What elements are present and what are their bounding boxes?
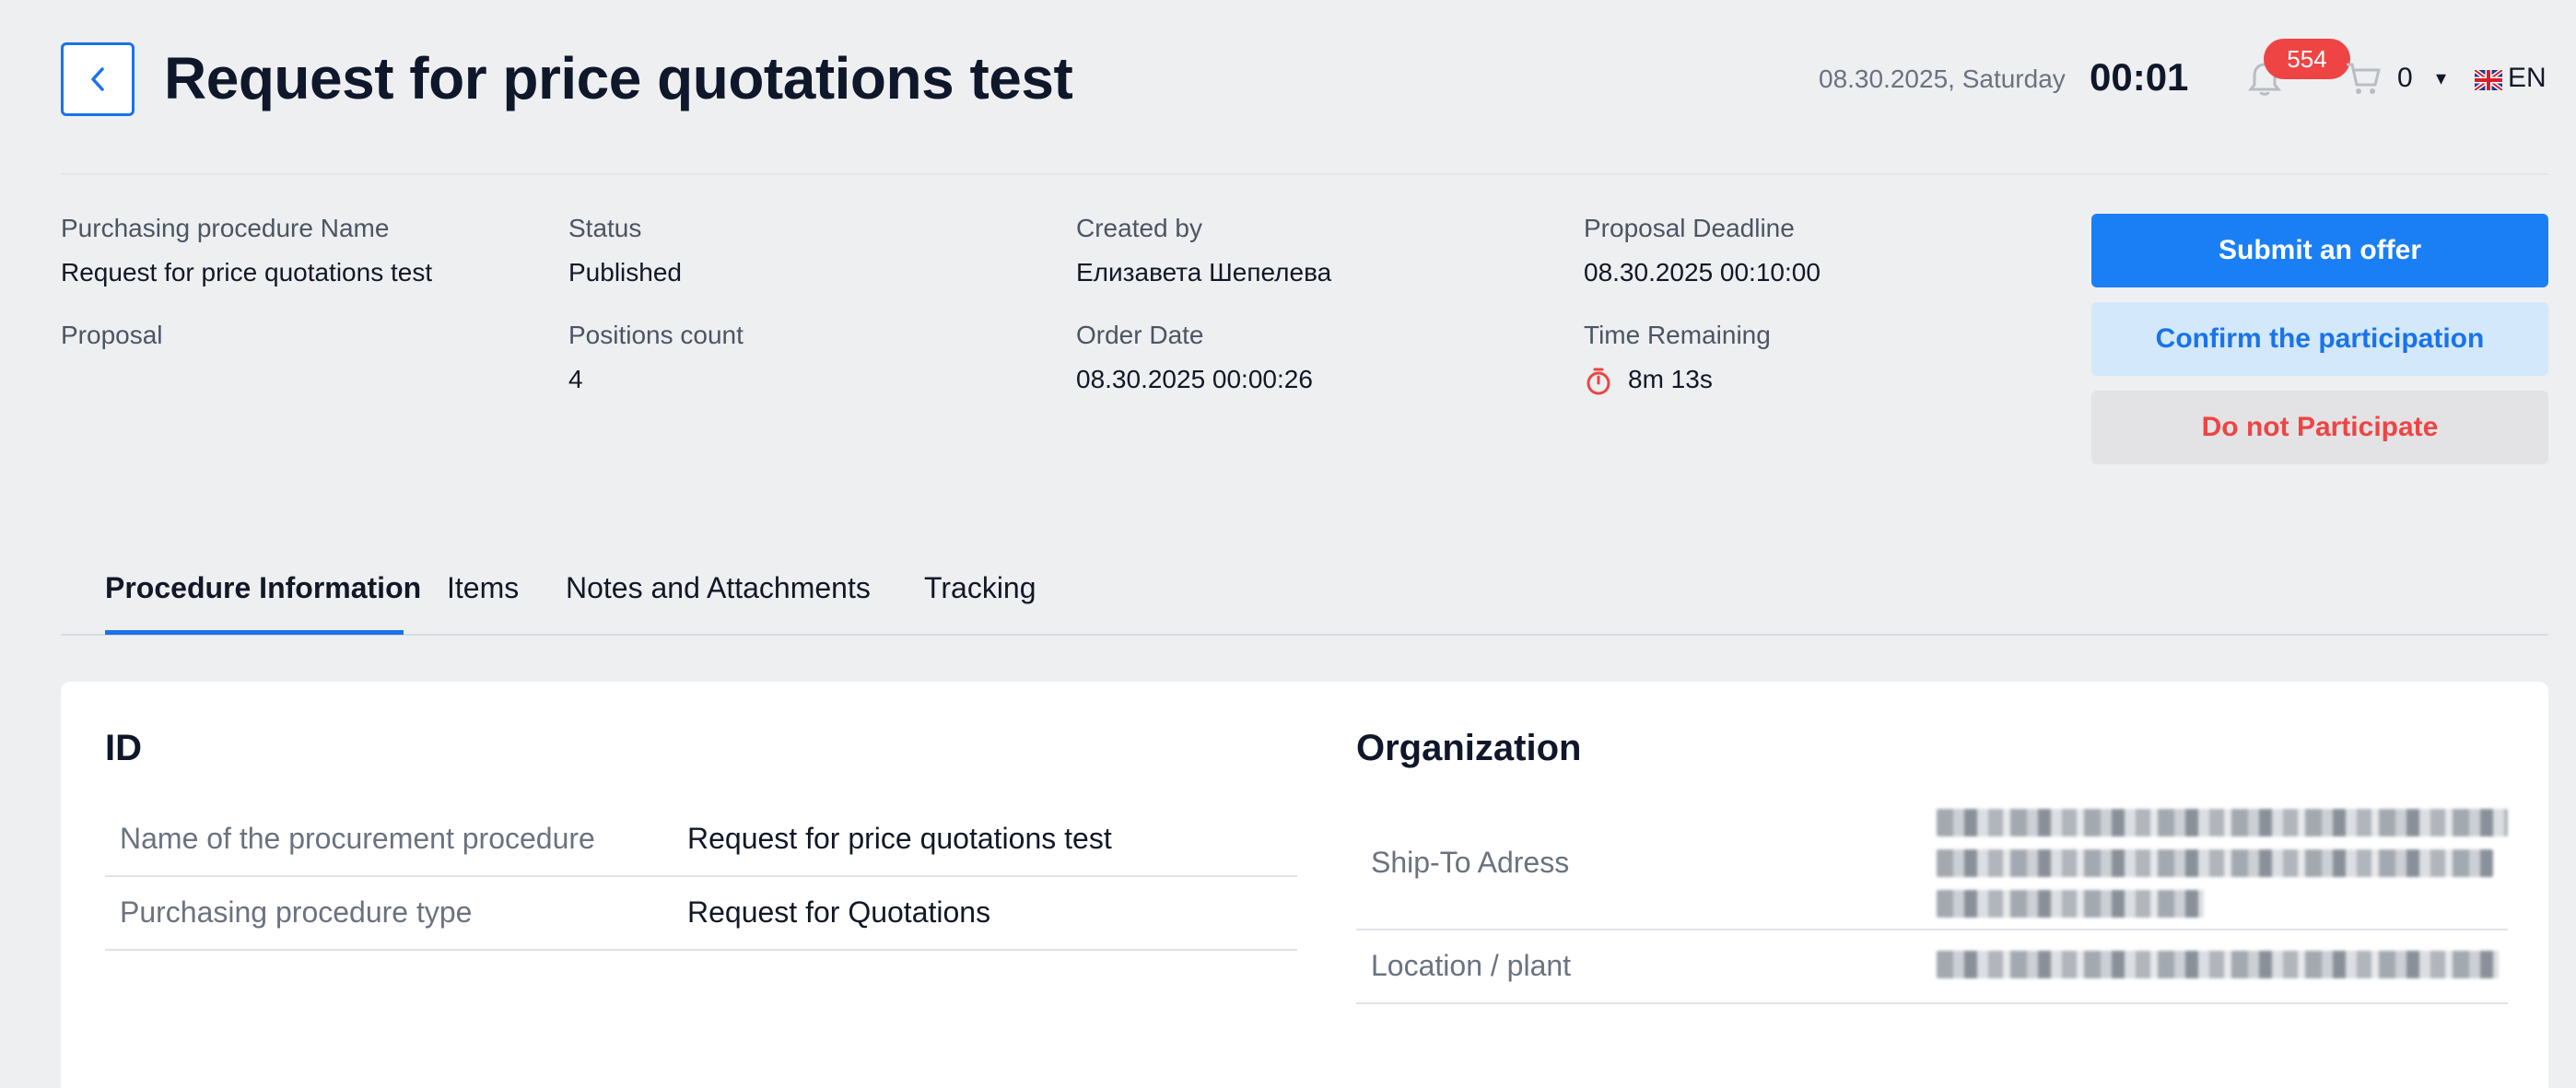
status-label: Status — [568, 214, 642, 242]
procedure-info-card: ID Name of the procurement procedure Req… — [61, 682, 2548, 1088]
cart-count: 0 — [2397, 63, 2413, 93]
deadline-value: 08.30.2025 00:10:00 — [1584, 258, 1821, 287]
redacted-value — [1937, 849, 2493, 877]
positions-count-label: Positions count — [568, 321, 744, 349]
positions-count-value: 4 — [568, 365, 583, 393]
proposal-label: Proposal — [61, 321, 163, 349]
tabs-bar: Procedure Information Items Notes and At… — [61, 551, 2548, 636]
chevron-left-icon — [91, 67, 104, 91]
id-section-title: ID — [105, 728, 142, 768]
tab-procedure-information[interactable]: Procedure Information — [105, 571, 421, 605]
back-button[interactable] — [61, 42, 135, 116]
stopwatch-icon — [1587, 368, 1610, 395]
cart-icon — [2347, 63, 2381, 94]
page-title: Request for price quotations test — [164, 45, 1073, 111]
tab-items[interactable]: Items — [447, 571, 519, 605]
row-label: Name of the procurement procedure — [120, 822, 595, 855]
row-label: Location / plant — [1371, 949, 1572, 982]
decline-participation-button[interactable]: Do not Participate — [2091, 391, 2548, 464]
table-row: Purchasing procedure type Request for Qu… — [105, 877, 1297, 951]
order-date-label: Order Date — [1076, 321, 1204, 349]
confirm-participation-button[interactable]: Confirm the participation — [2091, 302, 2548, 376]
redacted-value — [1937, 809, 2508, 836]
deadline-label: Proposal Deadline — [1584, 214, 1795, 242]
order-date-value: 08.30.2025 00:00:26 — [1076, 365, 1313, 393]
row-label: Purchasing procedure type — [120, 895, 473, 929]
tab-tracking[interactable]: Tracking — [924, 571, 1036, 605]
time-remaining-label: Time Remaining — [1584, 321, 1771, 349]
notifications-badge: 554 — [2264, 39, 2350, 79]
table-row: Location / plant — [1356, 930, 2508, 1004]
redacted-value — [1937, 951, 2499, 978]
submit-offer-button[interactable]: Submit an offer — [2091, 214, 2548, 287]
organization-section-title: Organization — [1356, 728, 1582, 768]
tab-notes-and-attachments[interactable]: Notes and Attachments — [566, 571, 871, 605]
cart-dropdown-caret-icon[interactable]: ▾ — [2436, 66, 2446, 90]
redacted-value — [1937, 890, 2204, 918]
time-remaining-value: 8m 13s — [1628, 365, 1713, 393]
language-selector[interactable]: EN — [2508, 63, 2547, 94]
created-by-label: Created by — [1076, 214, 1202, 242]
procedure-name-label: Purchasing procedure Name — [61, 214, 390, 242]
cart-button[interactable] — [2344, 59, 2383, 102]
row-label: Ship-To Adress — [1371, 846, 1570, 879]
row-value: Request for Quotations — [687, 895, 991, 929]
current-time: 00:01 — [2090, 55, 2189, 99]
active-tab-indicator — [105, 630, 404, 635]
current-date: 08.30.2025, Saturday — [1819, 64, 2066, 93]
procedure-name-value: Request for price quotations test — [61, 258, 433, 287]
row-value: Request for price quotations test — [687, 822, 1112, 855]
uk-flag-icon — [2475, 70, 2502, 90]
created-by-value: Елизавета Шепелева — [1076, 258, 1332, 287]
table-row: Name of the procurement procedure Reques… — [105, 801, 1297, 877]
status-value: Published — [568, 258, 682, 287]
table-row: Ship-To Adress — [1356, 801, 2508, 930]
